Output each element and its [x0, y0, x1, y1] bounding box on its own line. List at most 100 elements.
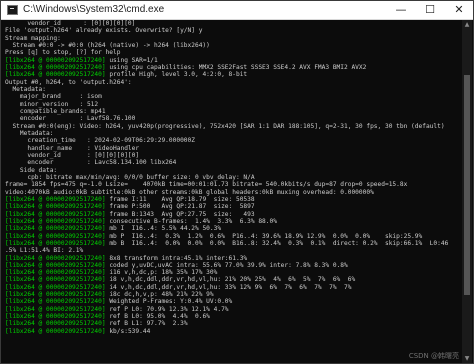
console-line: [libx264 @ 000002092517240] kb/s:539.44 [5, 328, 461, 335]
log-source-tag: [libx264 @ 000002092517240] [5, 298, 106, 306]
vertical-scrollbar[interactable]: ▲ ▼ [462, 20, 472, 363]
console-line: major_brand : isom [5, 93, 461, 100]
log-text: frame B:1343 Avg QP:27.75 size: 493 [105, 210, 255, 218]
log-text: ref P L0: 70.9% 12.3% 12.1% 4.7% [105, 305, 229, 313]
console-line: [libx264 @ 000002092517240] i16 v,h,dc,p… [5, 269, 461, 276]
log-text: i4 v,h,dc,ddl,ddr,vr,hd,vl,hu: 33% 12% 9… [105, 283, 352, 291]
console-line: compatible_brands: mp41 [5, 108, 461, 115]
log-text: i16 v,h,dc,p: 18% 35% 17% 30% [105, 269, 218, 277]
log-source-tag: [libx264 @ 000002092517240] [5, 203, 106, 211]
log-text: Metadata: [5, 85, 46, 93]
log-source-tag: [libx264 @ 000002092517240] [5, 291, 106, 299]
log-text: consecutive B-frames: 1.4% 3.3% 6.3% 88.… [105, 217, 277, 225]
minimize-button[interactable]: — [387, 1, 415, 19]
log-text: File 'output.h264' already exists. Overw… [5, 27, 203, 35]
log-source-tag: [libx264 @ 000002092517240] [5, 269, 106, 277]
console-line: [libx264 @ 000002092517240] i8c dc,h,v,p… [5, 291, 461, 298]
log-source-tag: [libx264 @ 000002092517240] [5, 320, 106, 328]
log-text: Stream #0:0(eng): Video: h264, yuv420p(p… [5, 122, 445, 130]
log-source-tag: [libx264 @ 000002092517240] [5, 283, 106, 291]
log-text: Output #0, h264, to 'output.h264': [5, 78, 132, 86]
console-line: video:4070kB audio:0kB subtitle:0kB othe… [5, 189, 461, 196]
log-text: .5% L1:51.4% BI: 2.1% [5, 247, 84, 255]
log-source-tag: [libx264 @ 000002092517240] [5, 217, 106, 225]
log-text: encoder : Lavf58.76.100 [5, 115, 136, 123]
log-text: using SAR=1/1 [105, 56, 158, 64]
log-text: encoder : Lavc58.134.100 libx264 [5, 159, 177, 167]
log-text: ref B L1: 97.7% 2.3% [105, 320, 188, 328]
console-line: vendor_id : [0][0][0][0] [5, 152, 461, 159]
log-text: vendor_id : [0][0][0][0] [5, 151, 140, 159]
log-source-tag: [libx264 @ 000002092517240] [5, 254, 106, 262]
log-source-tag: [libx264 @ 000002092517240] [5, 305, 106, 313]
console-line: cpb: bitrate max/min/avg: 0/0/0 buffer s… [5, 174, 461, 181]
console-line: [libx264 @ 000002092517240] profile High… [5, 71, 461, 78]
log-text: vendor_id : [0][0][0][0] [5, 20, 136, 27]
console-line: [libx264 @ 000002092517240] mb B I16..4:… [5, 240, 461, 247]
close-button[interactable]: ✕ [445, 1, 473, 19]
log-source-tag: [libx264 @ 000002092517240] [5, 225, 106, 233]
console-line: vendor_id : [0][0][0][0] [5, 20, 461, 27]
scroll-down-arrow-icon[interactable]: ▼ [462, 354, 472, 363]
cmd-window: C:\Windows\System32\cmd.exe — ☐ ✕ vendor… [0, 0, 474, 364]
log-text: mb P I16..4: 0.3% 1.2% 0.6% P16..4: 39.6… [105, 232, 423, 240]
log-text: frame P:500 Avg QP:21.87 size: 5897 [105, 203, 255, 211]
scroll-thumb[interactable] [464, 75, 470, 295]
log-text: frame I:11 Avg QP:18.79 size: 50538 [105, 195, 255, 203]
console-line: [libx264 @ 000002092517240] ref B L0: 95… [5, 313, 461, 320]
console-line: [libx264 @ 000002092517240] ref B L1: 97… [5, 320, 461, 327]
log-text: Side data: [5, 166, 58, 174]
console-line: encoder : Lavc58.134.100 libx264 [5, 159, 461, 166]
console-line: Stream mapping: [5, 35, 461, 42]
console-line: minor_version : 512 [5, 101, 461, 108]
log-source-tag: [libx264 @ 000002092517240] [5, 63, 106, 71]
log-source-tag: [libx264 @ 000002092517240] [5, 210, 106, 218]
log-text: Press [q] to stop, [?] for help [5, 49, 121, 57]
title-bar[interactable]: C:\Windows\System32\cmd.exe — ☐ ✕ [1, 1, 473, 20]
scroll-up-arrow-icon[interactable]: ▲ [462, 20, 472, 30]
log-source-tag: [libx264 @ 000002092517240] [5, 195, 106, 203]
log-source-tag: [libx264 @ 000002092517240] [5, 56, 106, 64]
log-text: frame= 1854 fps=475 q=-1.0 Lsize= 4070kB… [5, 181, 408, 189]
log-source-tag: [libx264 @ 000002092517240] [5, 327, 106, 335]
maximize-button[interactable]: ☐ [416, 1, 444, 19]
log-text: handler_name : VideoHandler [5, 144, 140, 152]
console-line: [libx264 @ 000002092517240] frame P:500 … [5, 203, 461, 210]
log-text: video:4070kB audio:0kB subtitle:0kB othe… [5, 188, 374, 196]
console-line: Stream #0:0 -> #0:0 (h264 (native) -> h2… [5, 42, 461, 49]
log-text: i8 v,h,dc,ddl,ddr,vr,hd,vl,hu: 21% 20% 2… [105, 276, 356, 284]
log-text: i8c dc,h,v,p: 48% 21% 22% 9% [105, 291, 214, 299]
log-text: cpb: bitrate max/min/avg: 0/0/0 buffer s… [5, 173, 255, 181]
console-line: [libx264 @ 000002092517240] ref P L0: 70… [5, 306, 461, 313]
console-line: frame= 1854 fps=475 q=-1.0 Lsize= 4070kB… [5, 181, 461, 188]
log-source-tag: [libx264 @ 000002092517240] [5, 71, 106, 79]
log-source-tag: [libx264 @ 000002092517240] [5, 313, 106, 321]
log-text: ref B L0: 95.0% 4.4% 0.6% [105, 313, 210, 321]
console-line: Press [q] to stop, [?] for help [5, 49, 461, 56]
log-text: coded y,uvDC,uvAC intra: 55.6% 77.0% 39.… [105, 261, 348, 269]
console-line: File 'output.h264' already exists. Overw… [5, 27, 461, 34]
console-line: .5% L1:51.4% BI: 2.1% [5, 247, 461, 254]
console-line: Metadata: [5, 86, 461, 93]
cmd-app-icon [7, 5, 18, 15]
console-line: encoder : Lavf58.76.100 [5, 115, 461, 122]
log-text: Stream mapping: [5, 34, 61, 42]
console-line: Side data: [5, 167, 461, 174]
console-line: [libx264 @ 000002092517240] 8x8 transfor… [5, 255, 461, 262]
log-text: kb/s:539.44 [105, 327, 151, 335]
console-line: [libx264 @ 000002092517240] frame I:11 A… [5, 196, 461, 203]
console-line: [libx264 @ 000002092517240] coded y,uvDC… [5, 262, 461, 269]
log-text: compatible_brands: mp41 [5, 107, 106, 115]
log-text: using cpu capabilities: MMX2 SSE2Fast SS… [105, 63, 367, 71]
console-line: Metadata: [5, 130, 461, 137]
console-line: [libx264 @ 000002092517240] using SAR=1/… [5, 57, 461, 64]
log-text: minor_version : 512 [5, 100, 99, 108]
console-line: [libx264 @ 000002092517240] Weighted P-F… [5, 298, 461, 305]
log-text: creation_time : 2024-02-09T06:29:29.0000… [5, 137, 195, 145]
console-line: handler_name : VideoHandler [5, 145, 461, 152]
console-line: [libx264 @ 000002092517240] mb P I16..4:… [5, 233, 461, 240]
log-text: mb I I16..4: 5.5% 44.2% 50.3% [105, 225, 222, 233]
log-text: profile High, level 3.0, 4:2:0, 8-bit [105, 71, 248, 79]
console-output[interactable]: vendor_id : [0][0][0][0] File 'output.h26… [5, 20, 461, 363]
log-text: mb B I16..4: 0.0% 0.0% 0.0% B16..8: 32.4… [105, 239, 449, 247]
